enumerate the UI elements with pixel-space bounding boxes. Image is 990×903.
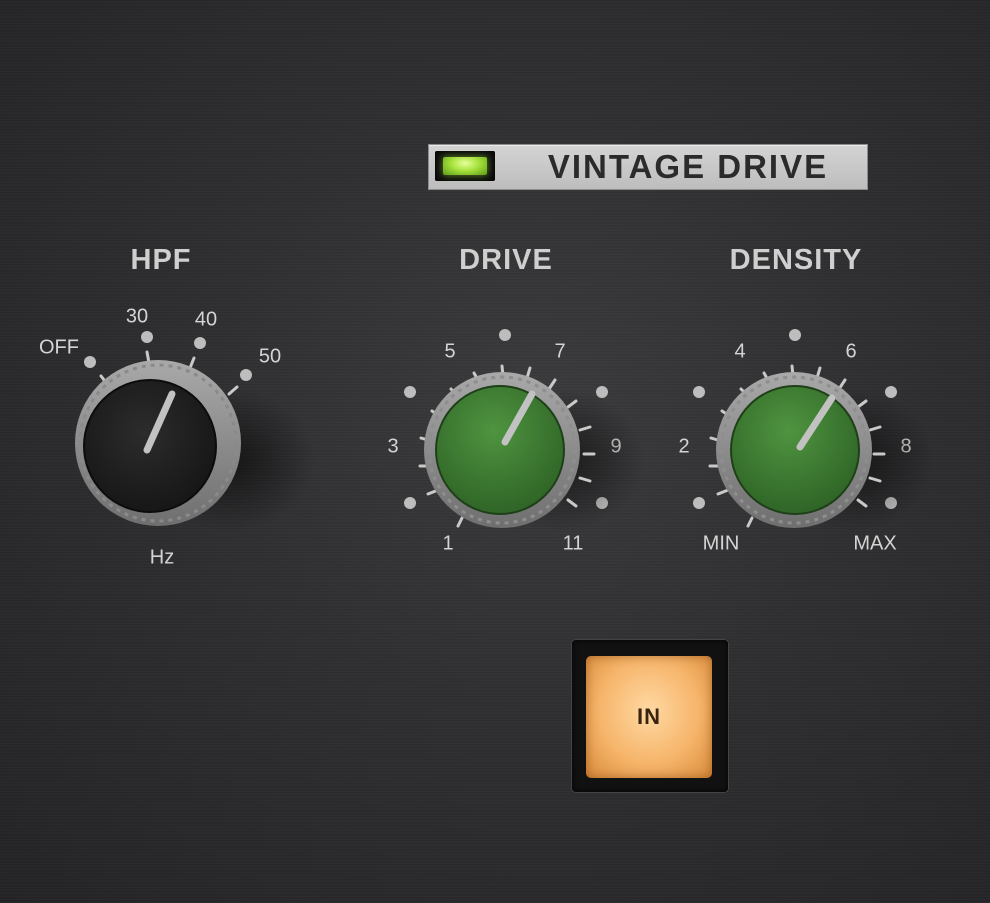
drive-knob[interactable]: [418, 364, 645, 532]
in-button-bezel: IN: [572, 640, 728, 792]
in-button[interactable]: IN: [586, 656, 712, 778]
density-knob[interactable]: [708, 364, 935, 532]
knob-layer: [75, 350, 935, 532]
hpf-knob[interactable]: [75, 350, 315, 532]
in-button-label: IN: [637, 704, 661, 729]
